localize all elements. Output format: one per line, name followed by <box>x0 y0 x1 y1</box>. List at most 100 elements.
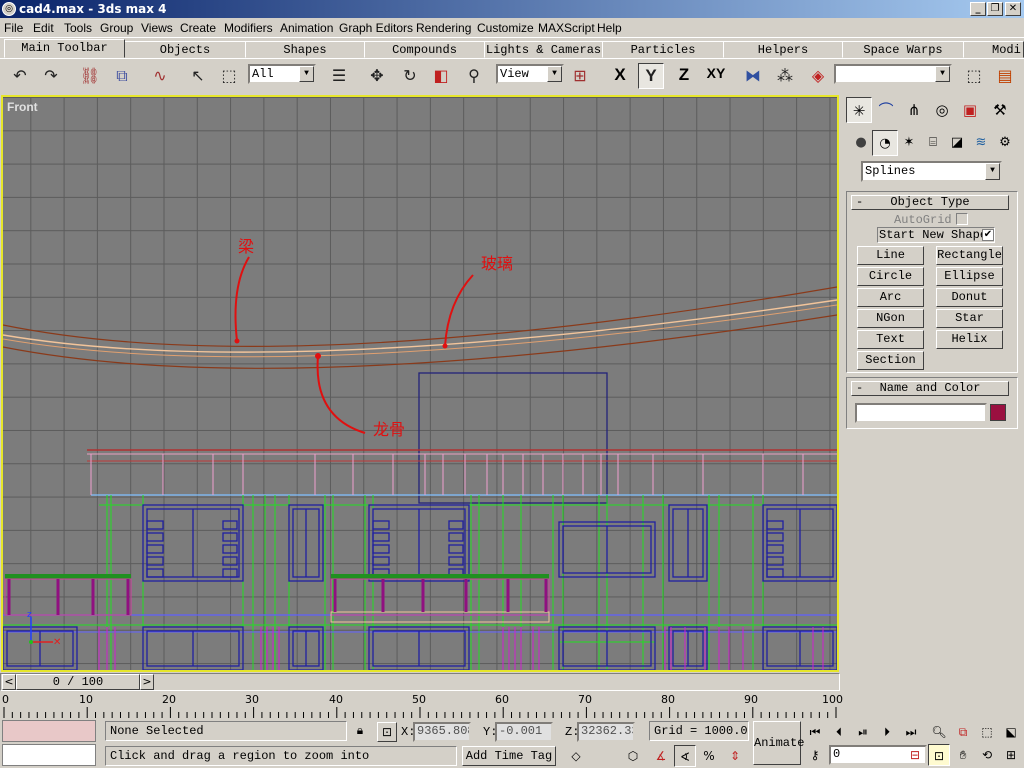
ellipse-button[interactable]: Ellipse <box>936 267 1003 286</box>
pivot-center-icon[interactable]: ⊞ <box>567 63 593 89</box>
space-warps-icon[interactable]: ≋ <box>968 130 994 156</box>
shapes-icon[interactable]: ◔ <box>872 130 898 156</box>
maxscript-listener-white[interactable] <box>2 744 96 766</box>
menu-customize[interactable]: Customize <box>477 21 534 35</box>
reference-coordinate-dropdown[interactable]: View ▼ <box>496 64 564 84</box>
tab-objects[interactable]: Objects <box>124 41 246 58</box>
front-viewport[interactable]: Front 梁 玻璃 龙骨 z ✕ <box>1 95 839 672</box>
animate-button[interactable]: Animate <box>753 721 804 765</box>
restrict-xy-button[interactable]: XY <box>703 65 729 81</box>
angle-snap-icon[interactable]: ∢ <box>674 745 696 767</box>
donut-button[interactable]: Donut <box>936 288 1003 307</box>
zoom-all-icon[interactable]: ⧉ <box>952 721 974 743</box>
helix-button[interactable]: Helix <box>936 330 1003 349</box>
named-selection-dropdown[interactable]: ▼ <box>834 64 952 84</box>
arc-rotate-icon[interactable]: ⟲ <box>976 744 998 766</box>
select-and-link-icon[interactable]: ⛓ <box>77 63 103 89</box>
named-selection-sets-icon[interactable]: ⬚ <box>961 63 987 89</box>
snap-toggle-icon[interactable]: ∡ <box>650 745 672 767</box>
array-icon[interactable]: ⁂ <box>772 63 798 89</box>
go-to-start-icon[interactable]: ⏮ <box>804 721 826 743</box>
close-button[interactable]: ✕ <box>1005 2 1021 16</box>
motion-tab-icon[interactable]: ◎ <box>929 97 955 123</box>
previous-frame-icon[interactable]: ⏴ <box>828 721 850 743</box>
select-object-icon[interactable]: ↖ <box>185 63 211 89</box>
tab-space-warps[interactable]: Space Warps <box>842 41 964 58</box>
spinner-snap-icon[interactable]: ⇕ <box>724 745 746 767</box>
tab-modifiers[interactable]: Modi <box>963 41 1024 58</box>
object-color-swatch[interactable] <box>990 404 1006 421</box>
autogrid-checkbox[interactable] <box>956 213 968 225</box>
time-configuration-icon[interactable]: ⊟ <box>904 744 926 766</box>
undo-icon[interactable]: ↶ <box>7 63 33 89</box>
percent-snap-icon[interactable]: % <box>698 745 720 767</box>
zoom-extents-all-icon[interactable]: ⬕ <box>1000 721 1022 743</box>
menu-tools[interactable]: Tools <box>64 21 92 35</box>
menu-group[interactable]: Group <box>100 21 133 35</box>
tab-shapes[interactable]: Shapes <box>245 41 365 58</box>
snap-3d-icon[interactable]: ⬡ <box>622 745 644 767</box>
create-tab-icon[interactable]: ✳ <box>846 97 872 123</box>
minimize-button[interactable]: _ <box>970 2 986 16</box>
track-bar[interactable]: 0 10 20 30 40 50 60 70 80 90 100 <box>0 693 843 718</box>
menu-animation[interactable]: Animation <box>280 21 333 35</box>
redo-icon[interactable]: ↷ <box>38 63 64 89</box>
category-dropdown[interactable]: Splines ▼ <box>861 161 1002 182</box>
select-and-move-icon[interactable]: ✥ <box>364 63 390 89</box>
menu-graph-editors[interactable]: Graph Editors <box>339 21 413 35</box>
unlink-selection-icon[interactable]: ⧉ <box>109 63 135 89</box>
select-and-rotate-icon[interactable]: ↻ <box>397 63 423 89</box>
lock-selection-icon[interactable]: 🔒︎ <box>352 723 368 739</box>
line-button[interactable]: Line <box>857 246 924 265</box>
display-tab-icon[interactable]: ▣ <box>957 97 983 123</box>
degradation-override-icon[interactable]: ◇ <box>565 745 587 767</box>
section-button[interactable]: Section <box>857 351 924 370</box>
menu-help[interactable]: Help <box>597 21 622 35</box>
go-to-end-icon[interactable]: ⏭ <box>900 721 922 743</box>
circle-button[interactable]: Circle <box>857 267 924 286</box>
tab-main-toolbar[interactable]: Main Toolbar <box>4 39 125 58</box>
tab-compounds[interactable]: Compounds <box>364 41 485 58</box>
tab-helpers[interactable]: Helpers <box>723 41 843 58</box>
modify-tab-icon[interactable]: ⌒ <box>873 97 899 123</box>
add-time-tag-button[interactable]: Add Time Tag <box>462 746 556 766</box>
restore-button[interactable]: ❐ <box>987 2 1003 16</box>
menu-file[interactable]: File <box>4 21 23 35</box>
key-mode-icon[interactable]: ⚷ <box>804 744 826 766</box>
menu-create[interactable]: Create <box>180 21 216 35</box>
restrict-x-button[interactable]: X <box>607 65 633 85</box>
bind-to-space-warp-icon[interactable]: ∿ <box>147 63 173 89</box>
maximize-viewport-icon[interactable]: ⊞ <box>1000 744 1022 766</box>
menu-modifiers[interactable]: Modifiers <box>224 21 273 35</box>
select-by-name-icon[interactable]: ☰ <box>326 63 352 89</box>
z-coord-field[interactable]: 32362.33 <box>577 722 635 742</box>
arc-button[interactable]: Arc <box>857 288 924 307</box>
rectangular-selection-icon[interactable]: ⬚ <box>216 63 242 89</box>
play-icon[interactable]: ⏯ <box>852 721 874 743</box>
tab-lights-cameras[interactable]: Lights & Cameras <box>484 41 603 58</box>
object-type-header[interactable]: - Object Type <box>851 195 1009 210</box>
hierarchy-tab-icon[interactable]: ⋔ <box>901 97 927 123</box>
utilities-tab-icon[interactable]: ⚒ <box>987 97 1013 123</box>
lights-icon[interactable]: ✶ <box>896 130 922 156</box>
ngon-button[interactable]: NGon <box>857 309 924 328</box>
time-next-button[interactable]: > <box>140 674 154 690</box>
mirror-icon[interactable]: ⧓ <box>740 63 766 89</box>
y-coord-field[interactable]: -0.001 <box>495 722 553 742</box>
layer-manager-icon[interactable]: ▤ <box>992 63 1018 89</box>
region-zoom-icon[interactable]: ⊡ <box>928 744 950 766</box>
start-new-shape-checkbox[interactable]: ✔ <box>982 229 994 241</box>
select-and-scale-icon[interactable]: ◧ <box>428 63 454 89</box>
time-slider-thumb[interactable]: 0 / 100 <box>16 674 140 690</box>
maxscript-listener-pink[interactable] <box>2 720 96 742</box>
menu-rendering[interactable]: Rendering <box>416 21 471 35</box>
cameras-icon[interactable]: ⌸ <box>920 130 946 156</box>
systems-icon[interactable]: ⚙ <box>992 130 1018 156</box>
menu-edit[interactable]: Edit <box>33 21 54 35</box>
pan-icon[interactable]: ✋︎ <box>952 744 974 766</box>
menu-maxscript[interactable]: MAXScript <box>538 21 595 35</box>
next-frame-icon[interactable]: ⏵ <box>876 721 898 743</box>
geometry-icon[interactable]: ● <box>848 130 874 156</box>
select-and-manipulate-icon[interactable]: ⚲ <box>461 63 487 89</box>
object-name-field[interactable] <box>855 403 987 423</box>
